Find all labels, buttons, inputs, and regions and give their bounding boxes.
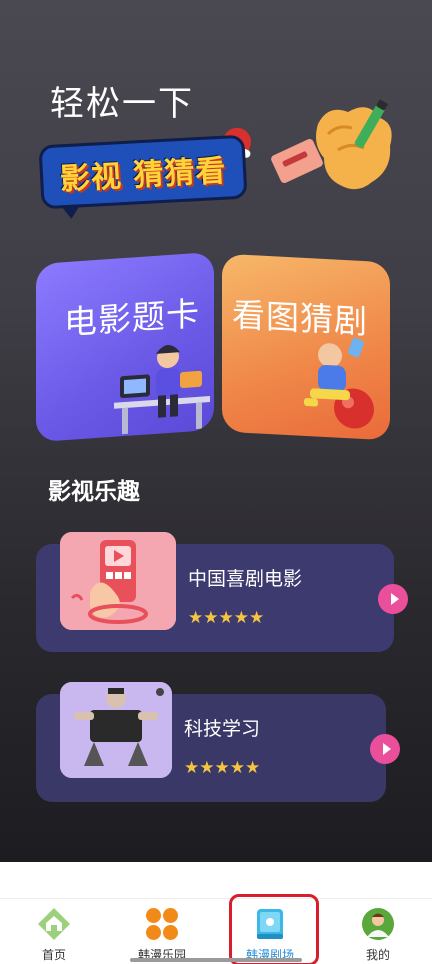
play-button[interactable] <box>378 584 408 614</box>
rating-stars: ★★★★★ <box>184 760 260 777</box>
nav-item-home[interactable]: 首页 <box>0 899 108 964</box>
item-title: 中国喜剧电影 <box>188 568 303 590</box>
home-indicator <box>130 958 302 962</box>
comedy-thumbnail <box>60 532 176 630</box>
skateboarder-illustration <box>304 337 374 429</box>
hand-pen-illustration <box>271 99 392 190</box>
main-screen: 轻松一下 影视 猜猜看 电影题卡 看图猜剧 影视乐趣 中国喜剧电影 ★★★★★ … <box>0 0 432 862</box>
home-icon <box>38 908 70 940</box>
guess-banner: 影视 猜猜看 <box>38 134 248 210</box>
nav-item-comic-park[interactable]: 韩漫乐园 <box>108 899 216 964</box>
item-title: 科技学习 <box>184 718 261 740</box>
play-button[interactable] <box>370 734 400 764</box>
section-title: 影视乐趣 <box>48 479 140 505</box>
star-icon: ★★★★★ <box>188 608 265 628</box>
list-item[interactable]: 科技学习 ★★★★★ <box>36 682 400 802</box>
star-icon: ★★★★★ <box>184 758 261 778</box>
rating-stars: ★★★★★ <box>188 610 264 627</box>
list-item[interactable]: 中国喜剧电影 ★★★★★ <box>36 532 408 652</box>
guess-drama-card[interactable]: 看图猜剧 <box>222 253 390 441</box>
tech-thumbnail <box>60 682 172 778</box>
page-title: 轻松一下 <box>50 84 194 124</box>
nav-item-profile[interactable]: 我的 <box>324 899 432 964</box>
desk-person-illustration <box>114 344 210 435</box>
nav-item-comic-theater[interactable]: 韩漫剧场 <box>216 899 324 964</box>
theater-icon <box>257 909 283 939</box>
grid-icon <box>146 908 178 940</box>
profile-icon <box>362 908 394 940</box>
nav-label: 首页 <box>41 948 66 962</box>
banner-text: 影视 猜猜看 <box>59 153 228 198</box>
movie-quiz-card[interactable]: 电影题卡 <box>36 251 214 443</box>
bottom-nav: 首页 韩漫乐园 韩漫剧场 我的 <box>0 898 432 964</box>
nav-label: 我的 <box>365 948 390 962</box>
